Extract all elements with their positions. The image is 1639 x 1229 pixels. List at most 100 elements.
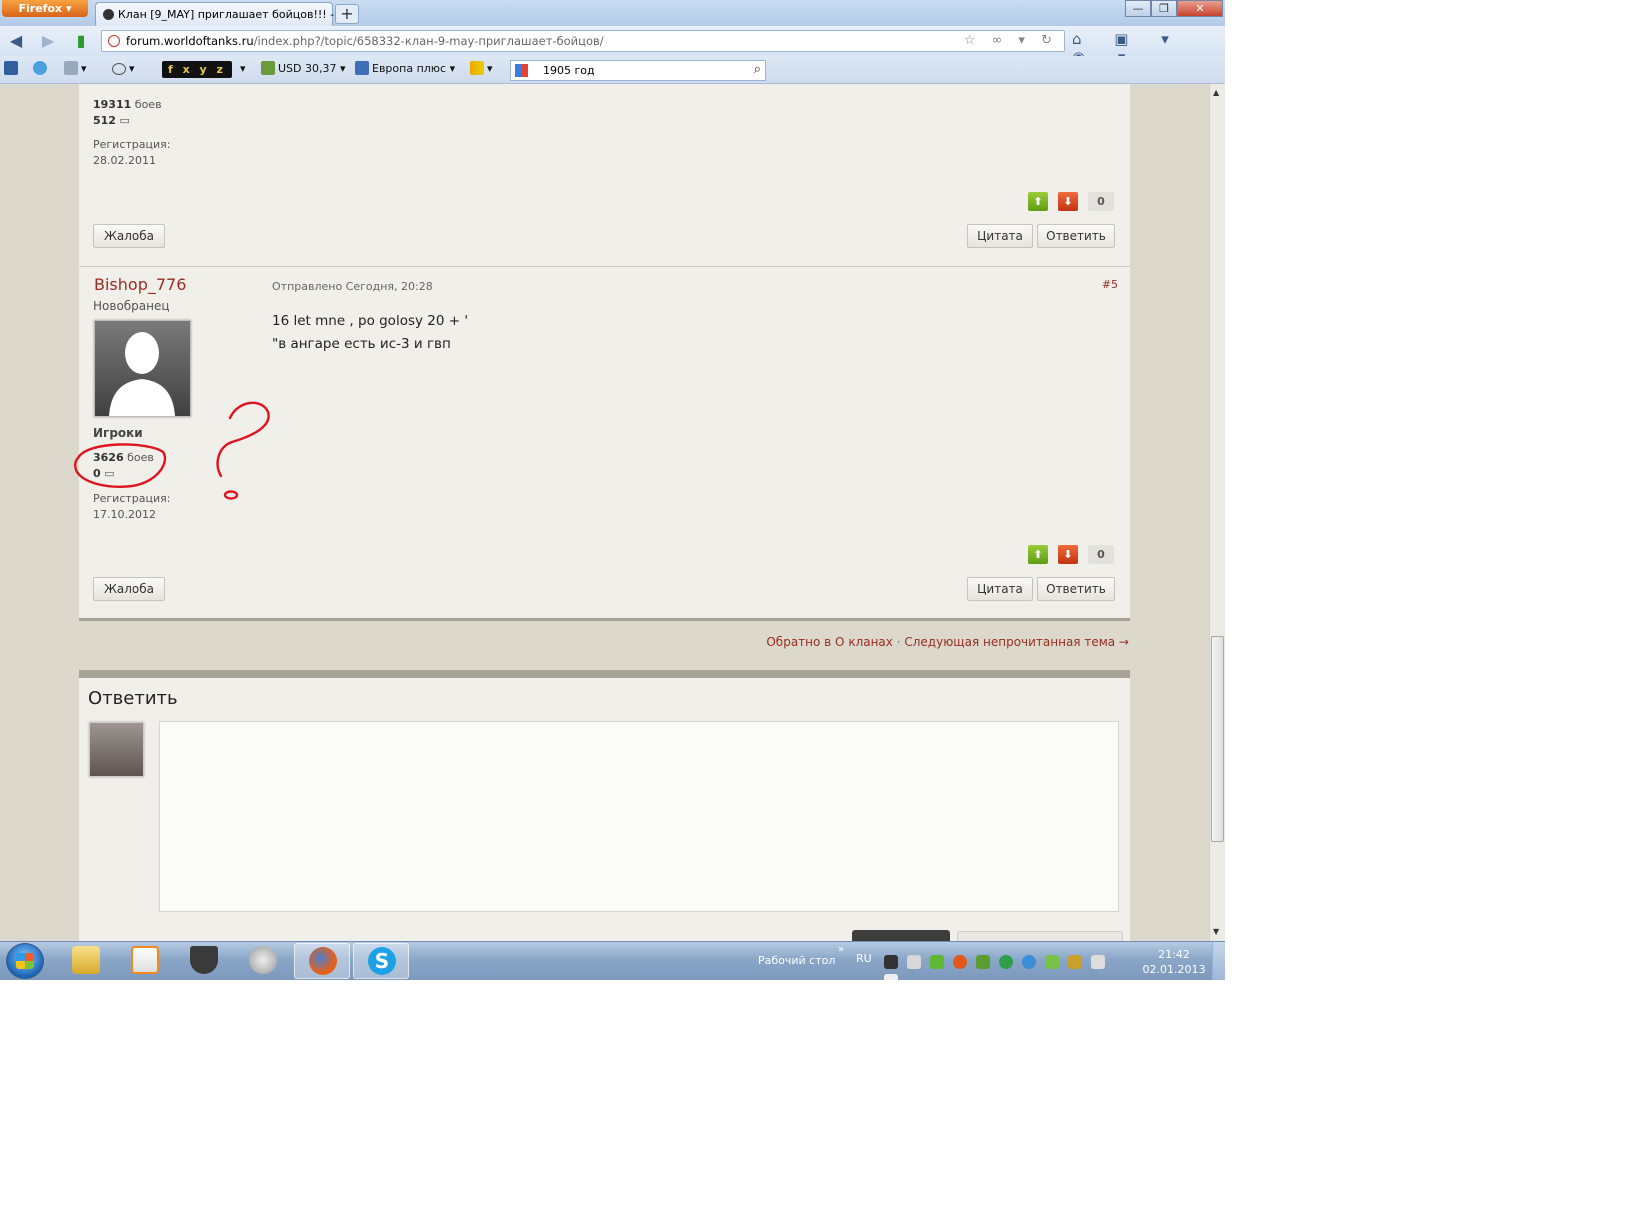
ie-icon[interactable] (33, 61, 50, 77)
vote-down-arrow-icon[interactable]: ⬇ (1058, 192, 1078, 211)
title-bar: Firefox ▾ Клан [9_MAY] приглашает бойцов… (0, 0, 1225, 26)
radio-widget[interactable]: Европа плюс ▾ (355, 61, 455, 77)
show-desktop-button[interactable] (1212, 942, 1225, 980)
taskbar-skype[interactable]: S (353, 943, 409, 979)
topic-navigation: Обратно в О кланах · Следующая непрочита… (766, 635, 1129, 649)
back-arrow-icon[interactable]: ◀ (5, 30, 27, 52)
post-body-line: "в ангаре есть ис-3 и гвп (272, 336, 451, 352)
vote-controls: ⬆ ⬇ 0 (1028, 192, 1128, 211)
scroll-up-arrow-icon[interactable]: ▲ (1213, 88, 1219, 97)
reply-button[interactable]: Ответить (1037, 224, 1115, 248)
usd-rate: USD 30,37 (278, 62, 337, 75)
page-scrollbar[interactable]: ▲ ▼ (1209, 84, 1225, 941)
author-name-link[interactable]: Bishop_776 (94, 275, 186, 294)
clock[interactable]: 21:42 02.01.2013 (1140, 947, 1208, 977)
folder-icon (72, 946, 100, 974)
signal-strength-icon[interactable]: ▾ (470, 61, 493, 77)
complain-button[interactable]: Жалоба (93, 577, 165, 601)
vk-icon[interactable] (4, 61, 21, 77)
post-body-line: 16 let mne , po golosy 20 + ' (272, 313, 469, 329)
forward-arrow-icon[interactable]: ▶ (37, 30, 59, 52)
taskbar-audio[interactable] (235, 943, 291, 979)
bookmarks-toolbar: ▾ ▾ f x y z ▾ USD 30,37 ▾ Европа плюс ▾ … (0, 56, 1225, 84)
tank-favicon-icon (103, 9, 114, 20)
vote-count: 0 (1088, 545, 1114, 564)
quote-button[interactable]: Цитата (967, 577, 1033, 601)
comment-icon: ▭ (104, 467, 115, 480)
scrollbar-thumb[interactable] (1211, 636, 1224, 842)
vote-count: 0 (1088, 192, 1114, 211)
media-player-icon (131, 946, 159, 974)
forum-post-5: Bishop_776 Новобранец Игроки 3626 боев 0… (79, 267, 1130, 619)
chat-bubble-icon[interactable]: ▾ (112, 61, 135, 77)
author-rank: Новобранец (93, 299, 170, 313)
vote-up-arrow-icon[interactable]: ⬆ (1028, 192, 1048, 211)
signal-bars-icon[interactable]: ▮ (70, 30, 92, 52)
clock-time: 21:42 (1158, 948, 1190, 961)
registration-label: Регистрация: (93, 138, 171, 151)
tray-app-icon[interactable] (907, 955, 921, 969)
print-icon[interactable]: ▾ (64, 61, 87, 77)
taskbar-media-player[interactable] (117, 943, 173, 979)
minimize-button[interactable]: — (1125, 0, 1151, 17)
antivirus-icon[interactable] (953, 955, 967, 969)
reply-section-bar (79, 670, 1130, 678)
start-button[interactable] (6, 943, 44, 979)
check-icon[interactable] (1045, 955, 1059, 969)
window-controls: — ❐ ✕ (1125, 0, 1223, 17)
vote-down-arrow-icon[interactable]: ⬇ (1058, 545, 1078, 564)
submit-reply-button[interactable] (852, 930, 950, 941)
avatar[interactable] (94, 320, 191, 417)
network-icon[interactable] (1091, 955, 1105, 969)
language-indicator[interactable]: RU (856, 952, 872, 965)
desktop-toolbar-label[interactable]: Рабочий стол (758, 954, 835, 967)
navigation-toolbar: ◀ ▶ ▮ forum.worldoftanks.ru/index.php?/t… (0, 26, 1225, 66)
back-to-clans-link[interactable]: Обратно в О кланах (766, 635, 893, 649)
forum-post-previous: 19311 боев 512 ▭ Регистрация: 28.02.2011… (79, 84, 1130, 267)
taskbar-explorer[interactable] (58, 943, 114, 979)
complain-button[interactable]: Жалоба (93, 224, 165, 248)
close-window-button[interactable]: ✕ (1177, 0, 1223, 17)
clock-date: 02.01.2013 (1142, 963, 1206, 976)
browser-tab-active[interactable]: Клан [9_MAY] приглашает бойцов!!! - ... (95, 2, 348, 26)
scroll-down-arrow-icon[interactable]: ▼ (1213, 927, 1219, 936)
google-logo-icon (515, 64, 528, 77)
fxyz-button[interactable]: f x y z (162, 61, 232, 78)
vote-up-arrow-icon[interactable]: ⬆ (1028, 545, 1048, 564)
tools-icon[interactable] (1068, 955, 1082, 969)
maximize-button[interactable]: ❐ (1151, 0, 1177, 17)
posts-count: 0 ▭ (93, 467, 115, 480)
taskbar-world-of-tanks[interactable] (176, 943, 232, 979)
search-box[interactable]: 1905 год ⌕ (510, 60, 766, 81)
shield-icon[interactable] (976, 955, 990, 969)
battles-count: 19311 боев (93, 98, 162, 111)
nvidia-icon[interactable] (930, 955, 944, 969)
network-globe-icon[interactable] (1022, 955, 1036, 969)
steam-icon[interactable] (884, 955, 898, 969)
reply-button[interactable]: Ответить (1037, 577, 1115, 601)
volume-icon[interactable] (884, 974, 898, 980)
currency-widget[interactable]: USD 30,37 ▾ (261, 61, 346, 77)
site-identity-icon[interactable] (108, 35, 120, 47)
default-user-silhouette-icon (109, 332, 175, 416)
new-tab-button[interactable]: + (335, 4, 359, 24)
taskbar-firefox[interactable] (294, 943, 350, 979)
post-number-link[interactable]: #5 (1102, 278, 1118, 291)
reply-section: Ответить (79, 670, 1130, 941)
utorrent-icon[interactable] (999, 955, 1013, 969)
toolbar-expand-icon[interactable]: » (838, 944, 844, 955)
next-unread-topic-link[interactable]: Следующая непрочитанная тема → (904, 635, 1129, 649)
reply-editor-textarea[interactable] (159, 721, 1119, 912)
url-actions-icons[interactable]: ☆ ∞ ▾ ↻ (964, 33, 1058, 48)
address-bar[interactable]: forum.worldoftanks.ru/index.php?/topic/6… (101, 30, 1065, 52)
quote-button[interactable]: Цитата (967, 224, 1033, 248)
post-timestamp: Отправлено Сегодня, 20:28 (272, 280, 433, 293)
firefox-menu-button[interactable]: Firefox ▾ (2, 0, 88, 17)
firefox-menu-label: Firefox (18, 2, 63, 15)
firefox-icon (309, 947, 337, 975)
vote-controls: ⬆ ⬇ 0 (1028, 545, 1128, 564)
search-icon[interactable]: ⌕ (754, 62, 761, 77)
advanced-editor-button[interactable] (957, 931, 1123, 941)
fxyz-dropdown-icon[interactable]: ▾ (240, 61, 246, 77)
tab-title: Клан [9_MAY] приглашает бойцов!!! - ... (118, 8, 349, 21)
